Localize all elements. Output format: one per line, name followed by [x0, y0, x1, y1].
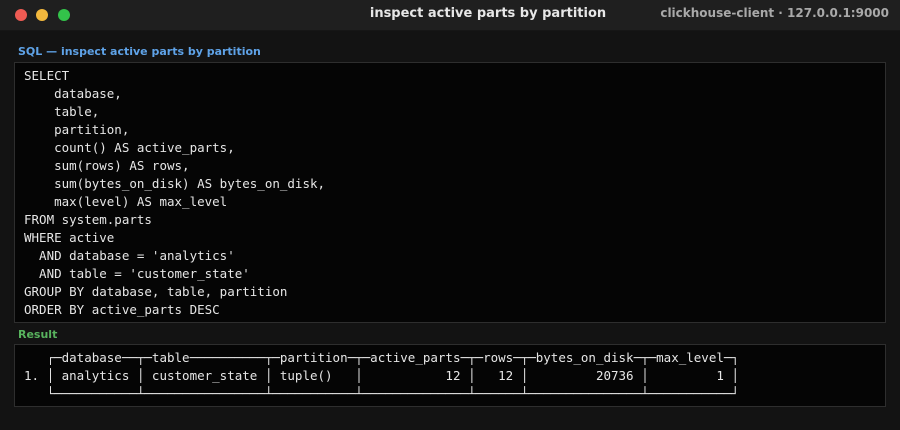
sql-section-label: SQL — inspect active parts by partition	[18, 45, 261, 58]
sql-query-panel[interactable]: SELECT database, table, partition, count…	[14, 62, 886, 323]
title-bar: inspect active parts by partition clickh…	[0, 0, 900, 31]
terminal-window: inspect active parts by partition clickh…	[0, 0, 900, 430]
result-section-label: Result	[18, 328, 58, 341]
zoom-window-button[interactable]	[58, 9, 70, 21]
result-panel[interactable]: ┌─database──┬─table──────────┬─partition…	[14, 344, 886, 407]
result-table-text[interactable]: ┌─database──┬─table──────────┬─partition…	[24, 349, 739, 403]
window-title: inspect active parts by partition	[369, 6, 607, 21]
sql-query-text[interactable]: SELECT database, table, partition, count…	[24, 67, 325, 319]
minimize-window-button[interactable]	[36, 9, 48, 21]
connection-info: clickhouse-client · 127.0.0.1:9000	[660, 6, 889, 20]
close-window-button[interactable]	[15, 9, 27, 21]
